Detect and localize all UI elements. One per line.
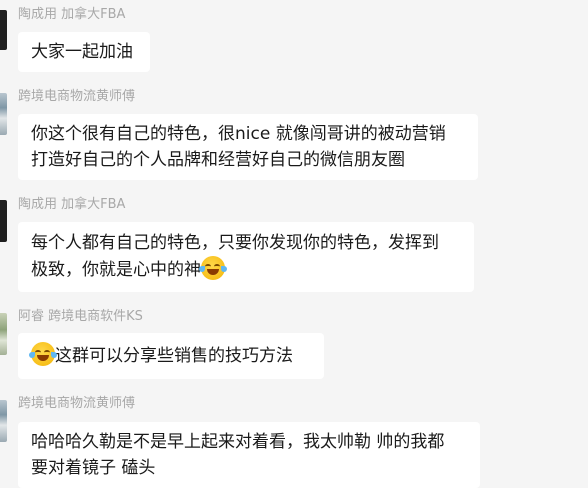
sender-name: 跨境电商物流黄师傅 xyxy=(18,396,136,411)
sender-name: 陶成用 加拿大FBA xyxy=(18,197,126,212)
message-bubble[interactable]: 哈哈哈久勒是不是早上起来对着看，我太帅勒 帅的我都 要对着镜子 磕头 xyxy=(18,422,480,488)
message-text: 每个人都有自己的特色，只要你发现你的特色，发挥到 xyxy=(31,233,439,253)
message-line: 这群可以分享些销售的技巧方法 xyxy=(29,342,311,369)
message-text: 极致，你就是心中的神 xyxy=(31,260,201,280)
message-text: 大家一起加油 xyxy=(31,42,133,62)
message-bubble[interactable]: 大家一起加油 xyxy=(18,32,150,72)
message-bubble[interactable]: 每个人都有自己的特色，只要你发现你的特色，发挥到 极致，你就是心中的神 xyxy=(18,222,474,292)
message-text: 哈哈哈久勒是不是早上起来对着看，我太帅勒 帅的我都 xyxy=(31,432,445,452)
avatar[interactable] xyxy=(0,10,7,50)
avatar[interactable] xyxy=(0,313,7,355)
sender-name: 陶成用 加拿大FBA xyxy=(18,7,126,22)
message-text: 打造好自己的个人品牌和经营好自己的微信朋友圈 xyxy=(31,150,405,170)
message-line: 极致，你就是心中的神 xyxy=(31,256,461,283)
avatar[interactable] xyxy=(0,93,7,135)
sender-name: 跨境电商物流黄师傅 xyxy=(18,89,136,104)
message-bubble[interactable]: 这群可以分享些销售的技巧方法 xyxy=(18,333,324,379)
message-text: 这群可以分享些销售的技巧方法 xyxy=(55,346,293,366)
avatar[interactable] xyxy=(0,200,7,242)
message-bubble[interactable]: 你这个很有自己的特色，很nice 就像闯哥讲的被动营销 打造好自己的个人品牌和经… xyxy=(18,114,478,180)
laughing-crying-emoji-icon xyxy=(29,342,57,366)
avatar[interactable] xyxy=(0,400,7,442)
laughing-crying-emoji-icon xyxy=(199,256,227,280)
message-text: 要对着镜子 磕头 xyxy=(31,458,156,478)
message-text: 你这个很有自己的特色，很nice 就像闯哥讲的被动营销 xyxy=(31,124,446,144)
sender-name: 阿睿 跨境电商软件KS xyxy=(18,309,143,324)
